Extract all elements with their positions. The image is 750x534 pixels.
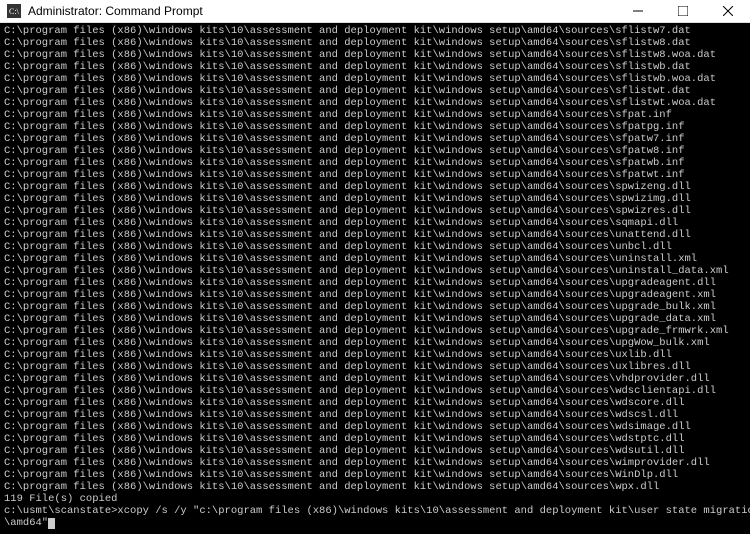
cmd-icon: C:\	[6, 3, 22, 19]
console-line: C:\program files (x86)\windows kits\10\a…	[4, 385, 746, 397]
console-line: C:\program files (x86)\windows kits\10\a…	[4, 373, 746, 385]
console-line: C:\program files (x86)\windows kits\10\a…	[4, 85, 746, 97]
console-line: C:\program files (x86)\windows kits\10\a…	[4, 205, 746, 217]
console-line: C:\program files (x86)\windows kits\10\a…	[4, 49, 746, 61]
console-line: C:\program files (x86)\windows kits\10\a…	[4, 133, 746, 145]
console-line: C:\program files (x86)\windows kits\10\a…	[4, 313, 746, 325]
console-line: C:\program files (x86)\windows kits\10\a…	[4, 241, 746, 253]
console-line: C:\program files (x86)\windows kits\10\a…	[4, 37, 746, 49]
console-line: C:\program files (x86)\windows kits\10\a…	[4, 349, 746, 361]
console-line: C:\program files (x86)\windows kits\10\a…	[4, 97, 746, 109]
minimize-button[interactable]	[615, 0, 660, 22]
console-line: 119 File(s) copied	[4, 493, 746, 505]
console-line: C:\program files (x86)\windows kits\10\a…	[4, 25, 746, 37]
console-line: C:\program files (x86)\windows kits\10\a…	[4, 253, 746, 265]
console-line: C:\program files (x86)\windows kits\10\a…	[4, 193, 746, 205]
cursor	[48, 518, 55, 529]
prompt-line-cont: \amd64"	[4, 517, 746, 529]
console-line: C:\program files (x86)\windows kits\10\a…	[4, 229, 746, 241]
console-line: C:\program files (x86)\windows kits\10\a…	[4, 445, 746, 457]
console-line: C:\program files (x86)\windows kits\10\a…	[4, 157, 746, 169]
window-title: Administrator: Command Prompt	[28, 4, 615, 18]
prompt-line: c:\usmt\scanstate>xcopy /s /y "c:\progra…	[4, 505, 746, 517]
console-line: C:\program files (x86)\windows kits\10\a…	[4, 181, 746, 193]
console-line: C:\program files (x86)\windows kits\10\a…	[4, 433, 746, 445]
console-line: C:\program files (x86)\windows kits\10\a…	[4, 409, 746, 421]
console-line: C:\program files (x86)\windows kits\10\a…	[4, 325, 746, 337]
console-line: C:\program files (x86)\windows kits\10\a…	[4, 301, 746, 313]
console-line: C:\program files (x86)\windows kits\10\a…	[4, 145, 746, 157]
console-line: C:\program files (x86)\windows kits\10\a…	[4, 61, 746, 73]
console-line: C:\program files (x86)\windows kits\10\a…	[4, 397, 746, 409]
title-bar: C:\ Administrator: Command Prompt	[0, 0, 750, 23]
svg-text:C:\: C:\	[9, 7, 20, 16]
maximize-button[interactable]	[660, 0, 705, 22]
console-line: C:\program files (x86)\windows kits\10\a…	[4, 73, 746, 85]
console-line: C:\program files (x86)\windows kits\10\a…	[4, 337, 746, 349]
console-line: C:\program files (x86)\windows kits\10\a…	[4, 421, 746, 433]
console-line: C:\program files (x86)\windows kits\10\a…	[4, 109, 746, 121]
console-line: C:\program files (x86)\windows kits\10\a…	[4, 457, 746, 469]
console-line: C:\program files (x86)\windows kits\10\a…	[4, 217, 746, 229]
console-line: C:\program files (x86)\windows kits\10\a…	[4, 265, 746, 277]
console-line: C:\program files (x86)\windows kits\10\a…	[4, 481, 746, 493]
console-output[interactable]: C:\program files (x86)\windows kits\10\a…	[0, 23, 750, 534]
console-line: C:\program files (x86)\windows kits\10\a…	[4, 361, 746, 373]
console-line: C:\program files (x86)\windows kits\10\a…	[4, 289, 746, 301]
close-button[interactable]	[705, 0, 750, 22]
console-line: C:\program files (x86)\windows kits\10\a…	[4, 277, 746, 289]
console-line: C:\program files (x86)\windows kits\10\a…	[4, 469, 746, 481]
console-line: C:\program files (x86)\windows kits\10\a…	[4, 169, 746, 181]
console-line: C:\program files (x86)\windows kits\10\a…	[4, 121, 746, 133]
window-controls	[615, 0, 750, 22]
